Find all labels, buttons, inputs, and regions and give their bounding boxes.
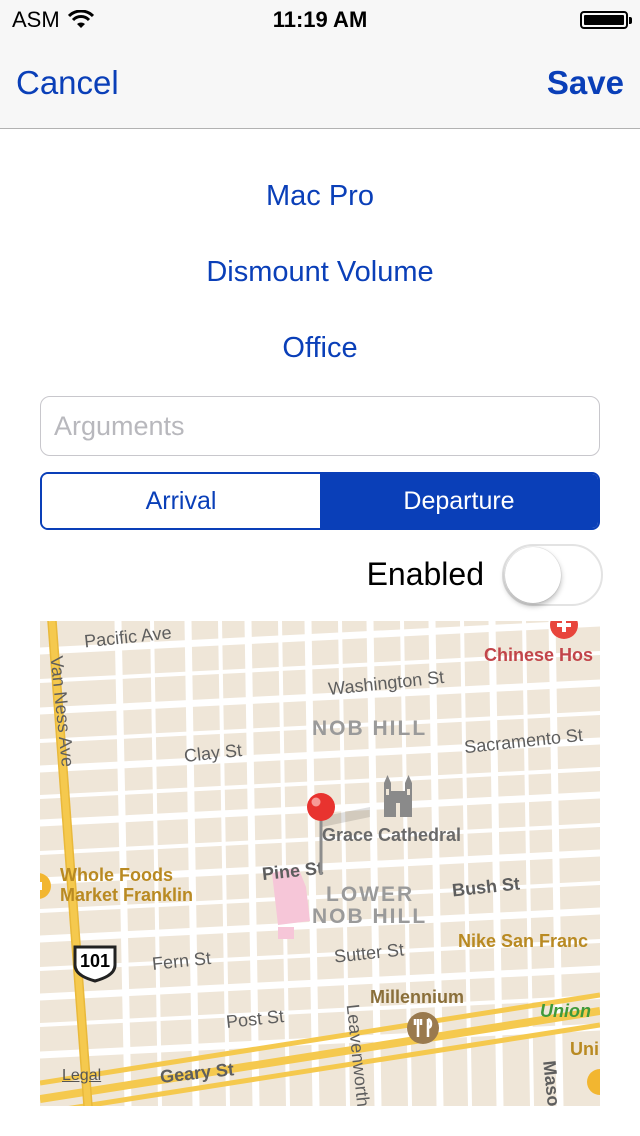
poi-label: Grace Cathedral [322,825,462,845]
enabled-label: Enabled [366,556,484,592]
poi-label: Chinese Hos [484,645,594,665]
cancel-button[interactable]: Cancel [16,64,119,102]
highway-number: 101 [79,951,111,971]
poi-label: Uni [570,1039,599,1059]
arguments-field[interactable] [40,396,600,456]
save-button[interactable]: Save [547,64,624,102]
poi-label: Market Franklin [60,885,194,905]
highway-101-shield: 101 [72,943,118,983]
location-map[interactable]: Pacific Ave Van Ness Ave Washington St C… [40,621,600,1106]
district-label: NOB HILL [312,717,428,740]
action-button[interactable]: Dismount Volume [0,256,640,289]
poi-label: Millennium [370,987,464,1007]
trigger-segmented-control: Arrival Departure [40,472,600,530]
poi-label: Whole Foods [60,865,173,885]
battery-icon [580,11,632,29]
segment-departure[interactable]: Departure [320,474,598,528]
device-button[interactable]: Mac Pro [0,180,640,213]
poi-label: Union [540,1001,591,1021]
status-time: 11:19 AM [272,7,368,32]
district-label: NOB HILL [312,905,428,928]
segment-arrival[interactable]: Arrival [42,474,320,528]
poi-label: Nike San Franc [458,931,589,951]
enabled-switch[interactable] [502,544,603,606]
status-bar: ASM 11:19 AM [0,0,640,40]
switch-knob [505,547,561,603]
location-button[interactable]: Office [0,332,640,365]
legal-link[interactable]: Legal [62,1067,101,1085]
navigation-bar: Cancel Save [0,40,640,129]
district-label: LOWER [326,883,415,906]
